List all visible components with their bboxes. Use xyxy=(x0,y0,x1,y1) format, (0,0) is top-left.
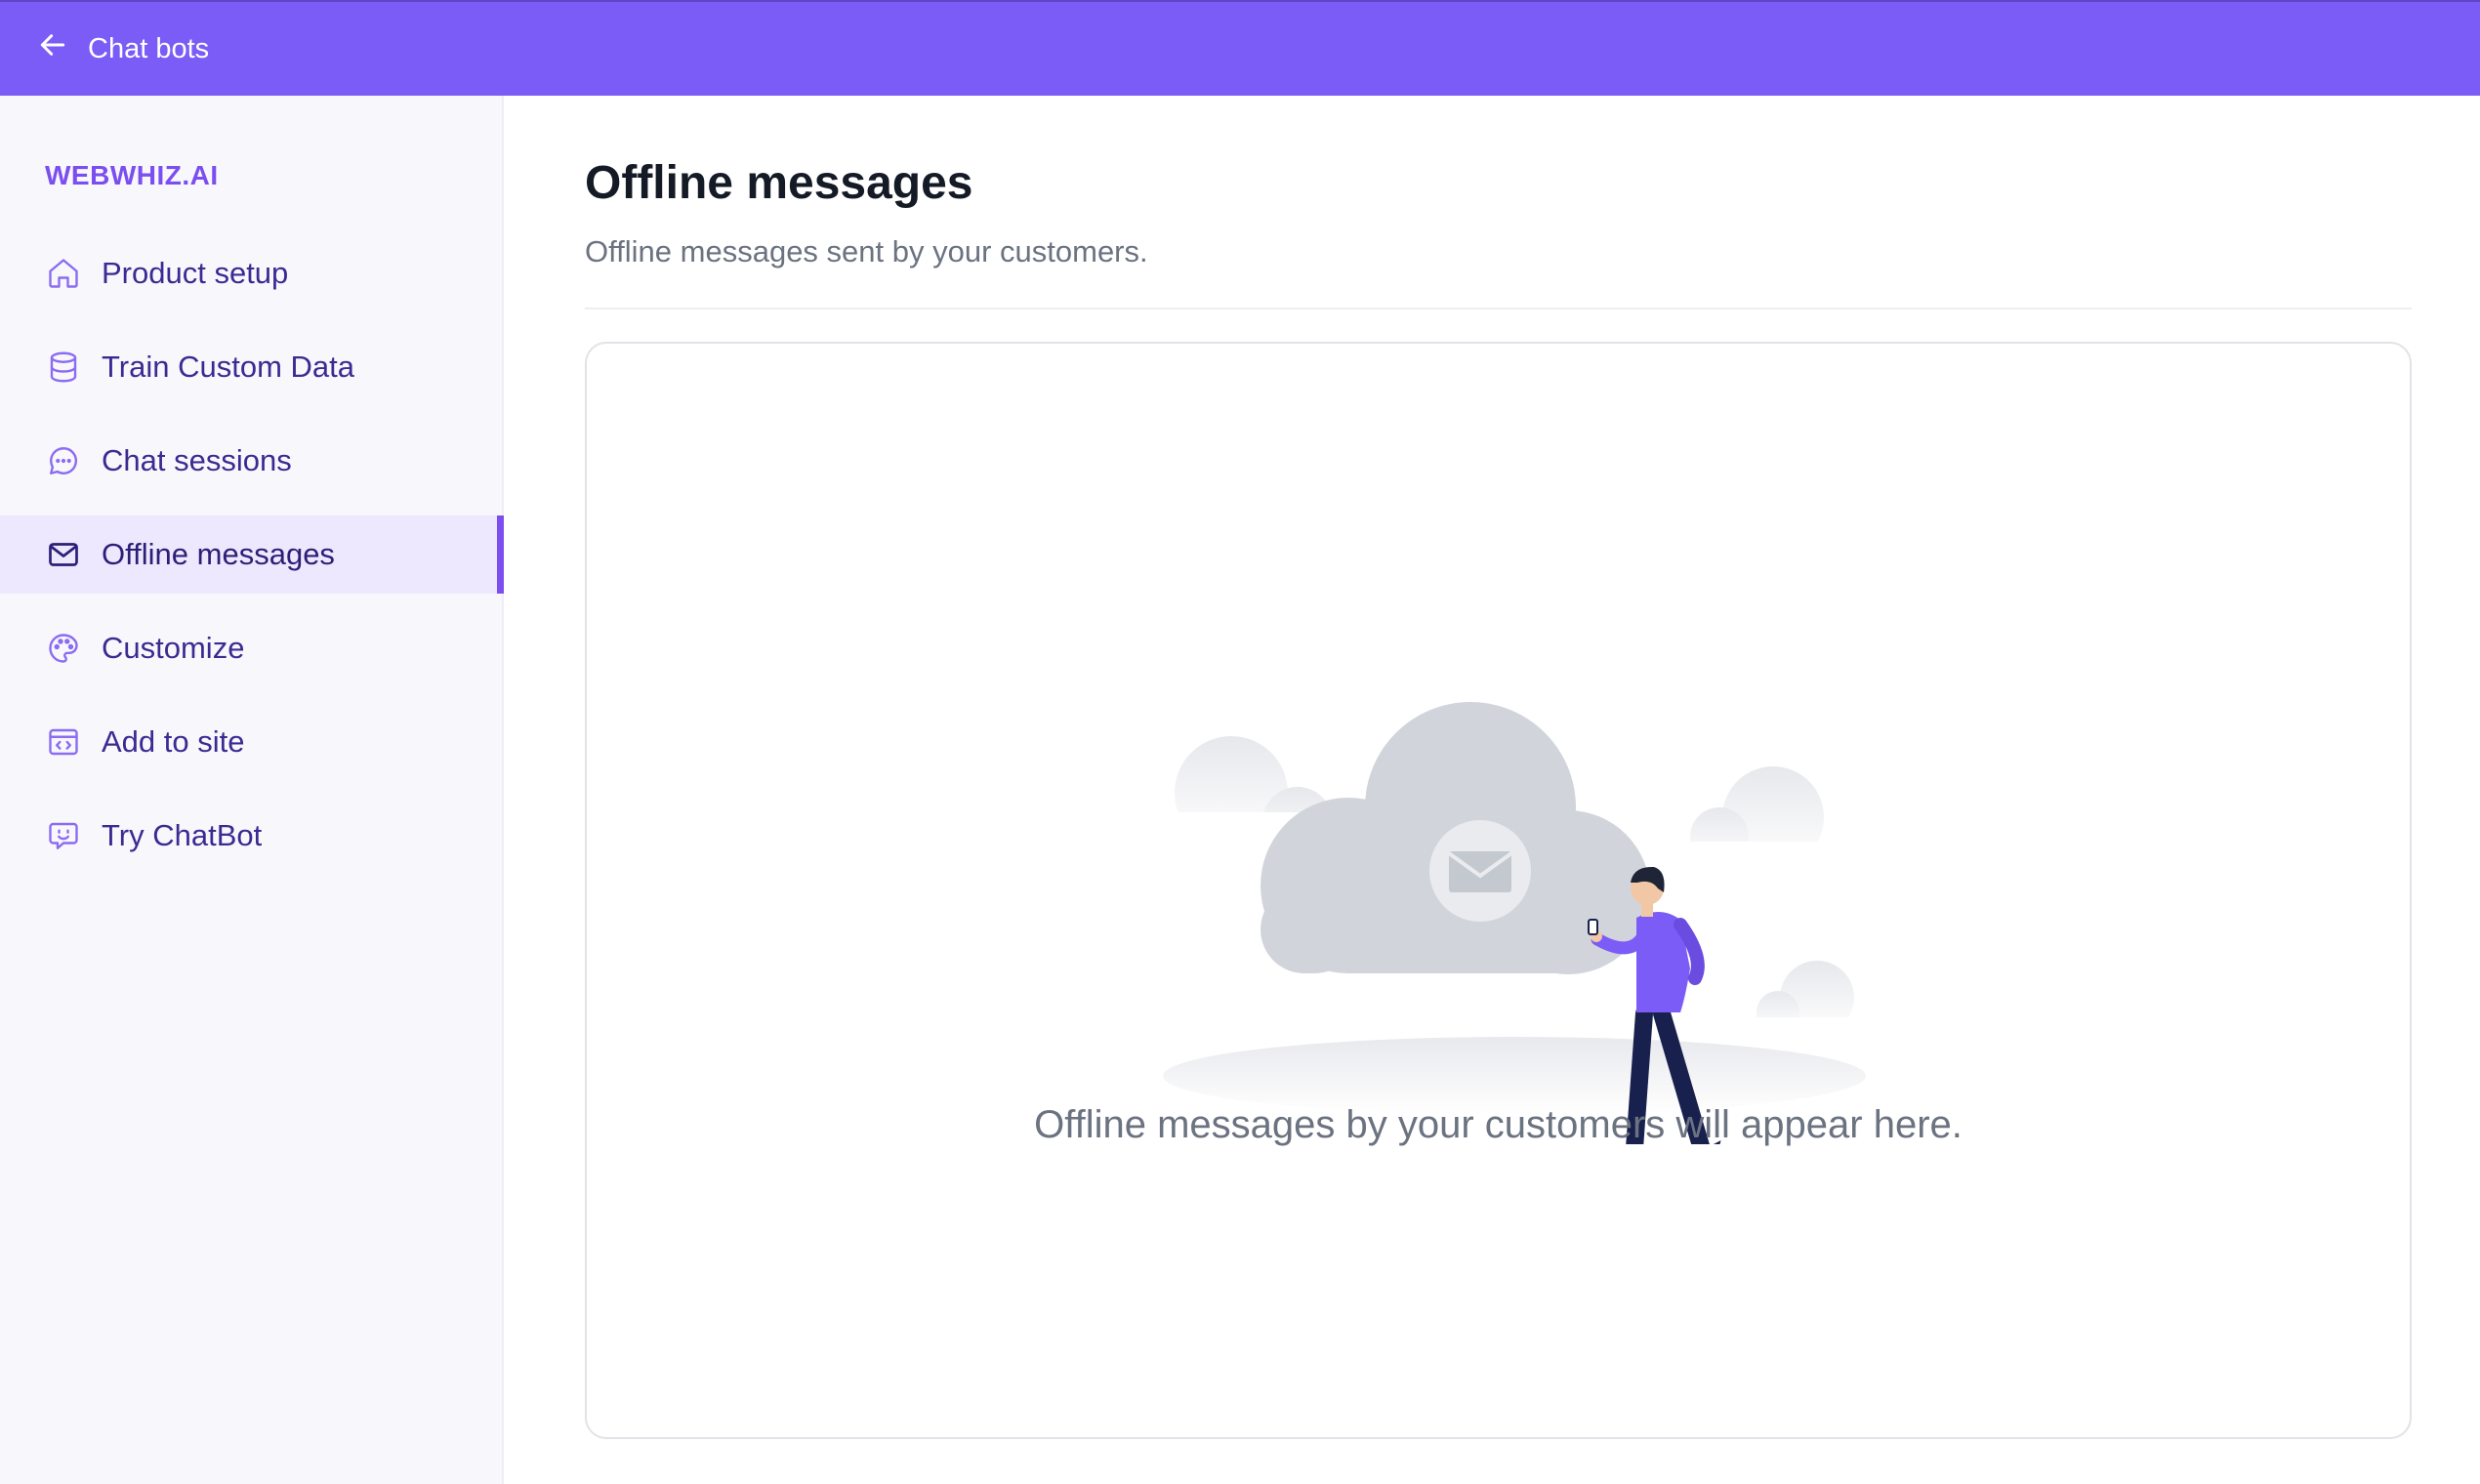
code-window-icon xyxy=(45,723,82,761)
back-link-label: Chat bots xyxy=(88,32,210,64)
sidebar-item-offline-messages[interactable]: Offline messages xyxy=(0,515,504,594)
database-icon xyxy=(45,349,82,386)
background-cloud-right xyxy=(1680,766,1837,881)
home-icon xyxy=(45,255,82,292)
sidebar-item-label: Product setup xyxy=(102,256,289,290)
chat-bubble-icon xyxy=(45,442,82,479)
envelope-icon xyxy=(45,536,82,573)
sidebar-nav: Product setup Train Custom Data Chat ses… xyxy=(0,234,504,890)
sidebar-item-label: Try ChatBot xyxy=(102,818,263,852)
sidebar-item-customize[interactable]: Customize xyxy=(0,609,504,687)
page-subtitle: Offline messages sent by your customers. xyxy=(585,234,1148,268)
arrow-left-icon xyxy=(37,29,88,68)
sidebar-item-label: Offline messages xyxy=(102,537,335,571)
empty-state-illustration xyxy=(1163,702,1866,1144)
top-bar: Chat bots xyxy=(0,0,2480,96)
page-title: Offline messages xyxy=(585,157,973,209)
sidebar-item-label: Chat sessions xyxy=(102,443,292,477)
sidebar: WEBWHIZ.AI Product setup Train Custom Da… xyxy=(0,96,504,1484)
back-to-chat-bots-link[interactable]: Chat bots xyxy=(37,29,209,68)
empty-state-message: Offline messages by your customers will … xyxy=(1034,1103,1963,1146)
bot-chat-icon xyxy=(45,817,82,854)
sidebar-item-chat-sessions[interactable]: Chat sessions xyxy=(0,422,504,500)
empty-state-card: Offline messages by your customers will … xyxy=(585,342,2412,1439)
brand-logo-text: WEBWHIZ.AI xyxy=(45,160,219,190)
mail-icon xyxy=(1429,820,1531,922)
sidebar-item-add-to-site[interactable]: Add to site xyxy=(0,703,504,781)
sidebar-item-train-custom-data[interactable]: Train Custom Data xyxy=(0,328,504,406)
sidebar-item-label: Add to site xyxy=(102,724,245,759)
sidebar-item-try-chatbot[interactable]: Try ChatBot xyxy=(0,797,504,875)
sidebar-item-product-setup[interactable]: Product setup xyxy=(0,234,504,312)
sidebar-item-label: Train Custom Data xyxy=(102,350,354,384)
palette-icon xyxy=(45,630,82,667)
sidebar-item-label: Customize xyxy=(102,631,245,665)
header-divider xyxy=(585,308,2412,309)
main-content: Offline messages Offline messages sent b… xyxy=(585,96,2412,1484)
background-cloud-small xyxy=(1744,961,1861,1047)
